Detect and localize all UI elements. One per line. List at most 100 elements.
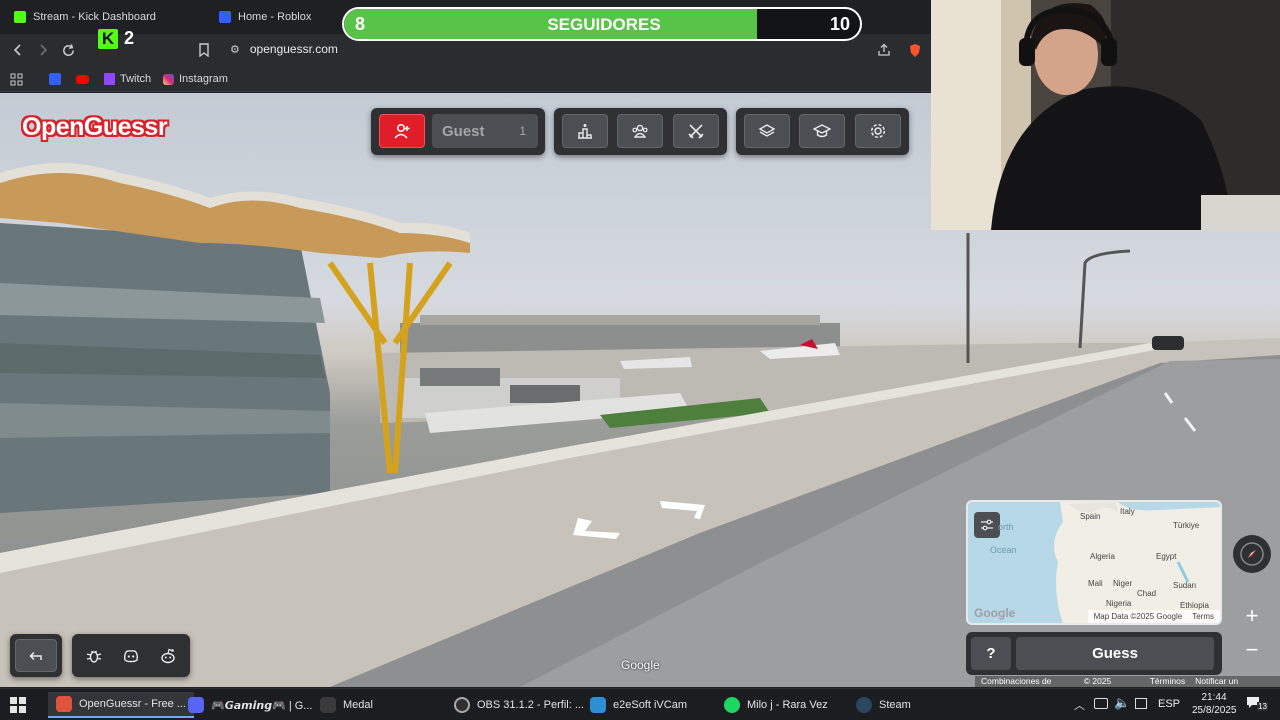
map-options-button[interactable] xyxy=(974,512,1000,538)
report-bug-button[interactable] xyxy=(77,639,111,672)
language-indicator[interactable]: ESP xyxy=(1158,698,1180,710)
taskbar-label: Milo j - Rara Vez xyxy=(747,699,828,711)
compass-icon xyxy=(1240,542,1264,566)
map-label: Türkiye xyxy=(1173,521,1200,530)
taskbar-label: Steam xyxy=(879,699,911,711)
tab-kick-dashboard[interactable]: Stream - Kick Dashboard xyxy=(14,6,156,28)
map-data-credit: Map Data ©2025 Google xyxy=(1093,612,1183,621)
ivcam-icon xyxy=(590,697,606,713)
forward-icon[interactable] xyxy=(33,40,53,60)
spotify-icon xyxy=(724,697,740,713)
learn-button[interactable] xyxy=(799,114,845,148)
share-icon[interactable] xyxy=(874,40,894,60)
gear-icon xyxy=(870,123,886,139)
windows-taskbar: OpenGuessr - Free ... 🎮𝙂𝙖𝙢𝙞𝙣𝙜🎮 | G... Me… xyxy=(0,688,1280,720)
kick-logo-icon: K xyxy=(98,28,118,49)
sliders-icon xyxy=(981,519,993,531)
kick-counter: K 2 xyxy=(98,28,134,49)
map-label: Italy xyxy=(1120,507,1135,516)
apps-grid-icon[interactable] xyxy=(10,72,23,86)
map-label: Algeria xyxy=(1090,552,1115,561)
devices-icon[interactable] xyxy=(1135,698,1147,709)
help-button[interactable]: ? xyxy=(971,637,1011,670)
bookmark-label: Instagram xyxy=(179,73,228,85)
google-footer-links: Combinaciones de teclas © 2025 Google Té… xyxy=(975,676,1280,687)
roblox-icon xyxy=(219,11,231,23)
map-label: Ocean xyxy=(990,545,1017,555)
player-panel: Guest 1 xyxy=(371,108,545,155)
taskbar-label: Medal xyxy=(343,699,373,711)
battle-button[interactable] xyxy=(673,114,719,148)
taskbar-item-medal[interactable]: Medal xyxy=(320,694,373,716)
undo-arrow-icon xyxy=(29,651,42,660)
taskbar-label: OBS 31.1.2 - Perfil: ... xyxy=(477,699,584,711)
add-user-icon xyxy=(394,123,410,139)
map-label: Nigeria xyxy=(1106,599,1132,608)
discord-button[interactable] xyxy=(114,639,148,672)
tab-label: Stream - Kick Dashboard xyxy=(33,11,156,23)
guess-button[interactable]: Guess xyxy=(1016,637,1214,670)
player-name: Guest xyxy=(442,122,485,140)
leaderboard-button[interactable] xyxy=(562,114,608,148)
taskbar-item-obs[interactable]: OBS 31.1.2 - Perfil: ... xyxy=(454,694,584,716)
webcam-image xyxy=(931,0,1280,230)
discord-icon xyxy=(188,697,204,713)
terms-link[interactable]: Términos xyxy=(1150,676,1185,687)
player-name-chip[interactable]: Guest 1 xyxy=(432,114,538,148)
clock[interactable]: 21:44 25/8/2025 xyxy=(1192,691,1237,717)
map-terms-link[interactable]: Terms xyxy=(1192,612,1214,621)
map-label: orth xyxy=(998,522,1014,532)
bookmark-instagram[interactable]: Instagram xyxy=(163,72,228,86)
tab-roblox[interactable]: Home - Roblox xyxy=(219,6,311,28)
add-player-button[interactable] xyxy=(379,114,425,148)
taskbar-item-ivcam[interactable]: e2eSoft iVCam xyxy=(590,694,687,716)
taskbar-label: OpenGuessr - Free ... xyxy=(79,698,186,710)
zoom-in-button[interactable]: + xyxy=(1240,604,1264,628)
zoom-out-button[interactable]: − xyxy=(1240,638,1264,662)
bookmark-icon[interactable] xyxy=(194,40,214,60)
youtube-bookmark-icon[interactable] xyxy=(76,72,89,86)
followers-label: SEGUIDORES xyxy=(547,15,661,34)
map-layers-button[interactable] xyxy=(744,114,790,148)
community-panel xyxy=(72,634,190,677)
roblox-bookmark-icon[interactable] xyxy=(49,72,61,86)
report-problem-link[interactable]: Notificar un problema xyxy=(1195,676,1274,687)
bookmark-label: Twitch xyxy=(120,73,152,85)
taskbar-item-steam[interactable]: Steam xyxy=(856,694,911,716)
discord-icon xyxy=(124,649,138,662)
openguessr-logo[interactable]: OpenGuessr xyxy=(22,113,168,142)
address-bar[interactable]: ⚙ openguessr.com xyxy=(230,42,338,56)
clock-time: 21:44 xyxy=(1201,692,1227,703)
bug-icon xyxy=(86,650,102,663)
start-button[interactable] xyxy=(10,697,26,713)
crossed-swords-icon xyxy=(688,124,704,139)
return-to-start-button[interactable] xyxy=(15,639,57,672)
kick-count: 2 xyxy=(124,28,135,48)
brave-shield-icon[interactable] xyxy=(905,40,925,60)
taskbar-item-spotify[interactable]: Milo j - Rara Vez xyxy=(724,694,828,716)
obs-icon xyxy=(454,697,470,713)
keyboard-shortcuts-link[interactable]: Combinaciones de teclas xyxy=(981,676,1074,687)
tray-overflow-icon[interactable]: ︿ xyxy=(1074,697,1085,713)
map-label: Mali xyxy=(1088,579,1103,588)
webcam-feed xyxy=(931,0,1280,230)
bookmark-twitch[interactable]: Twitch xyxy=(104,72,151,86)
taskbar-item-openguessr[interactable]: OpenGuessr - Free ... xyxy=(48,692,194,718)
guess-minimap[interactable]: orth Ocean Spain Italy Türkiye Algeria E… xyxy=(966,500,1222,625)
reload-icon[interactable] xyxy=(58,40,78,60)
clock-date: 25/8/2025 xyxy=(1192,705,1237,716)
settings-button[interactable] xyxy=(855,114,901,148)
taskbar-item-discord[interactable]: 🎮𝙂𝙖𝙢𝙞𝙣𝙜🎮 | G... xyxy=(188,694,312,716)
notifications-button[interactable]: 13 xyxy=(1246,696,1268,714)
layers-icon xyxy=(758,124,776,137)
instagram-icon xyxy=(163,73,174,85)
map-label: Sudan xyxy=(1173,581,1197,590)
network-icon[interactable] xyxy=(1094,698,1108,709)
multiplayer-button[interactable] xyxy=(617,114,663,148)
compass-button[interactable] xyxy=(1233,535,1271,573)
back-icon[interactable] xyxy=(8,40,28,60)
url-text: openguessr.com xyxy=(249,42,338,56)
volume-icon[interactable]: 🔈 xyxy=(1114,695,1130,711)
reddit-button[interactable] xyxy=(151,639,185,672)
site-info-icon[interactable]: ⚙ xyxy=(230,43,240,56)
